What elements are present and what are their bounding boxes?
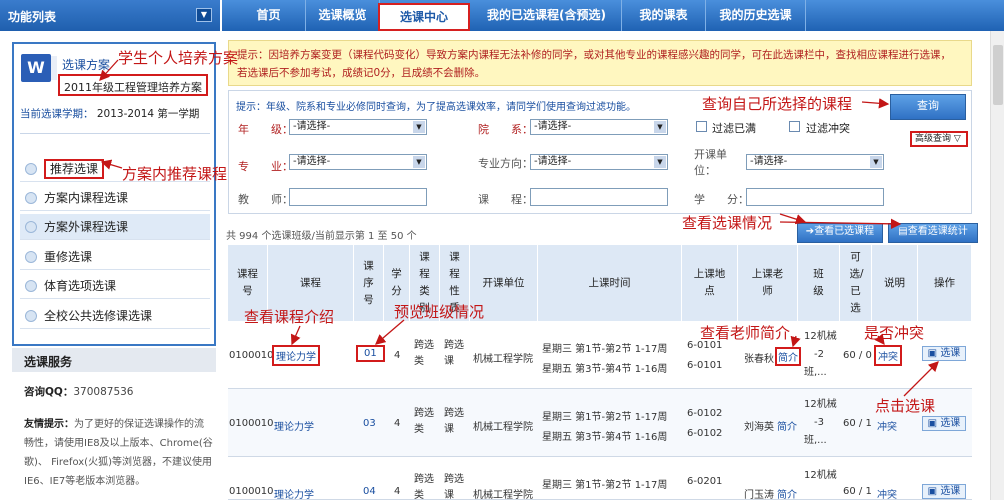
arrow [874,333,885,346]
annotation-arrows [99,59,939,397]
arrow [779,213,807,225]
arrow [100,159,123,170]
arrow [290,325,301,346]
arrow [903,361,939,397]
arrow [790,335,801,348]
arrow [375,319,405,345]
arrow [99,59,119,81]
arrow [861,98,890,109]
arrow [779,218,902,230]
